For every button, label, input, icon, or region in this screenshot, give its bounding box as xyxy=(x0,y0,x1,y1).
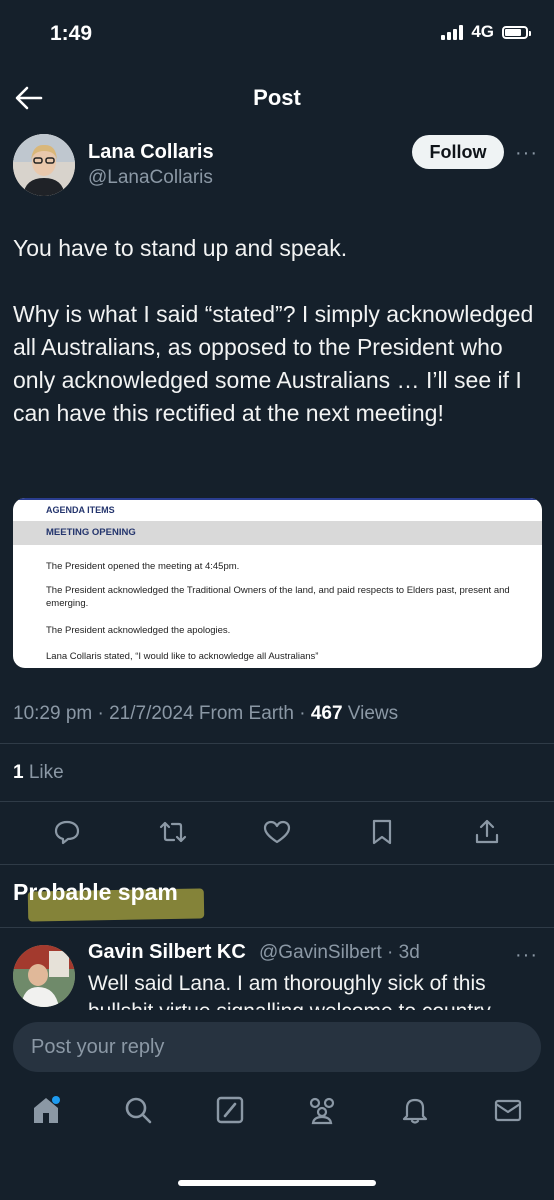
likes-label: Like xyxy=(23,762,64,783)
signal-icon xyxy=(441,24,464,40)
follow-button[interactable]: Follow xyxy=(412,135,504,169)
reply-icon xyxy=(54,820,80,845)
divider xyxy=(0,801,554,802)
bookmark-button[interactable] xyxy=(365,815,399,849)
views-count: 467 xyxy=(310,703,343,724)
share-icon xyxy=(475,819,499,844)
attachment-top-rule xyxy=(13,498,542,500)
divider xyxy=(0,927,554,928)
status-time: 1:49 xyxy=(50,22,93,45)
author-name[interactable]: Lana Collaris xyxy=(88,141,214,164)
search-icon xyxy=(125,1097,152,1124)
reply-more-options-icon[interactable]: ··· xyxy=(515,944,538,967)
bookmark-icon xyxy=(372,819,392,845)
likes-count: 1 xyxy=(13,762,24,783)
post-text: You have to stand up and speak. Why is w… xyxy=(13,235,534,426)
author-avatar[interactable] xyxy=(13,134,75,196)
views-label: Views xyxy=(342,703,399,724)
post-timestamp: 10:29 pm · 21/7/2024 From Earth · xyxy=(13,703,311,724)
likes-summary[interactable]: 1 Like xyxy=(13,762,64,784)
retweet-button[interactable] xyxy=(156,815,190,849)
divider xyxy=(0,864,554,865)
tab-search[interactable] xyxy=(118,1090,158,1130)
communities-icon xyxy=(309,1097,335,1125)
tab-notifications[interactable] xyxy=(395,1090,435,1130)
reply-author-name[interactable]: Gavin Silbert KC xyxy=(88,941,246,964)
post-attachment-image[interactable]: AGENDA ITEMS MEETING OPENING The Preside… xyxy=(13,498,542,668)
tab-grok[interactable] xyxy=(210,1090,250,1130)
more-options-icon[interactable]: ··· xyxy=(515,142,538,165)
retweet-icon xyxy=(159,821,187,843)
like-icon xyxy=(263,820,291,844)
tab-home[interactable] xyxy=(26,1090,66,1130)
network-label: 4G xyxy=(471,22,494,41)
reply-button[interactable] xyxy=(50,815,84,849)
tab-communities[interactable] xyxy=(302,1090,342,1130)
attachment-line: Lana Collaris stated, “I would like to a… xyxy=(46,651,319,662)
status-indicators: 4G xyxy=(441,22,531,42)
tab-bar xyxy=(0,1090,554,1150)
battery-icon xyxy=(502,25,531,39)
attachment-line: The President acknowledged the Tradition… xyxy=(46,585,510,609)
share-button[interactable] xyxy=(470,815,504,849)
attachment-section-title: MEETING OPENING xyxy=(46,527,136,538)
reply-author-meta[interactable]: @GavinSilbert · 3d xyxy=(259,942,420,964)
tab-messages[interactable] xyxy=(488,1090,528,1130)
page-title: Post xyxy=(253,85,301,110)
reply-author-avatar[interactable] xyxy=(13,945,75,1007)
attachment-heading: AGENDA ITEMS xyxy=(46,505,115,515)
home-icon xyxy=(34,1096,60,1123)
attachment-line: The President opened the meeting at 4:45… xyxy=(46,561,240,572)
post-meta: 10:29 pm · 21/7/2024 From Earth · 467 Vi… xyxy=(13,703,398,725)
home-indicator xyxy=(178,1180,376,1186)
messages-icon xyxy=(494,1099,522,1122)
notifications-icon xyxy=(402,1098,428,1124)
section-label[interactable]: Probable spam xyxy=(13,879,178,906)
grok-icon xyxy=(216,1096,244,1124)
divider xyxy=(0,743,554,744)
reply-composer[interactable]: Post your reply xyxy=(13,1022,541,1072)
attachment-line: The President acknowledged the apologies… xyxy=(46,625,231,636)
like-button[interactable] xyxy=(260,815,294,849)
author-handle[interactable]: @LanaCollaris xyxy=(88,167,213,189)
